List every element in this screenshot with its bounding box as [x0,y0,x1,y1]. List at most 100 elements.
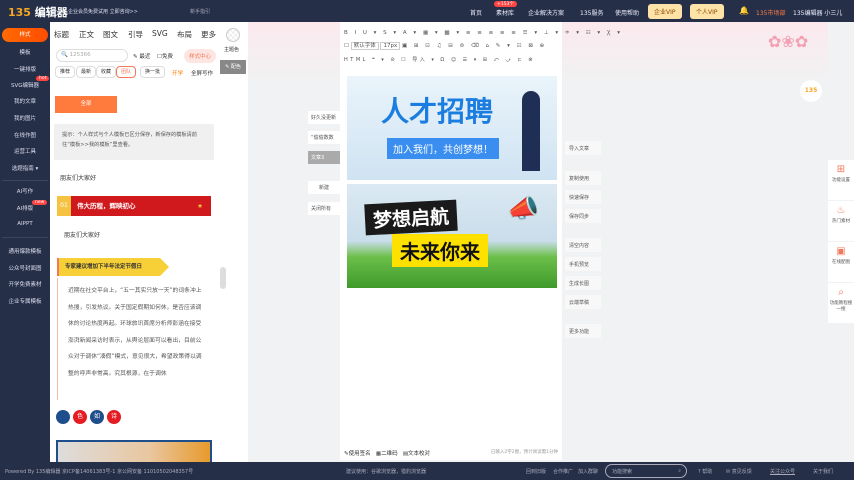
dream-image[interactable]: 梦想启航 未来你来 📣 [347,184,557,288]
tab-image-text[interactable]: 图文 [103,29,118,40]
size-select[interactable]: 17px [380,42,401,50]
font-select[interactable]: 默认字体 [350,42,379,50]
old-version-link[interactable]: 回到旧版 [526,468,546,475]
image-side-button[interactable]: ▣ 在线配图 [828,242,854,282]
new-draft-button[interactable]: 新建 [308,181,340,194]
sidebar-item-templates-hot[interactable]: 通用爆款模板 [0,247,50,255]
tab-svg[interactable]: SVG [152,29,168,38]
all-button[interactable]: 全部 [55,96,117,113]
search-icon: ⌕ [838,287,844,298]
sidebar-item-aippt[interactable]: AIPPT [0,221,50,227]
recent-button[interactable]: ✎ 最近 [133,52,150,60]
logo-135-icon[interactable]: 135 [800,80,822,102]
round-badge-icon [56,410,70,424]
user-name[interactable]: 135编辑器 小三儿 [793,8,842,17]
about-link[interactable]: 关于我们 [813,468,833,475]
dream-line-2: 未来你来 [392,234,488,267]
more-functions-button[interactable]: 更多功能 [565,324,601,338]
draft-tab[interactable]: “偷偷数数 [308,131,340,144]
sidebar-item-templates[interactable]: 模板 [0,48,50,56]
sidebar-item-svg[interactable]: SVG编辑器 [0,81,50,89]
help-link[interactable]: ? 帮助 [698,468,712,475]
close-all-button[interactable]: 关闭所有 [308,202,340,215]
sidebar-item-cover[interactable]: 公众号封面图 [0,264,50,272]
theme-color-picker[interactable] [226,28,240,42]
sidebar-item-ai-writing[interactable]: AI写作 [0,187,50,195]
style-center-button[interactable]: 样式中心 [184,49,217,63]
star-icon: ★ [197,202,203,210]
copy-use-button[interactable]: 复制使用 [565,171,601,185]
leaf-image[interactable] [56,440,212,462]
chip-favorites[interactable]: 收藏 [96,66,117,78]
style-item-greeting[interactable]: 朋友们大家好 [60,173,96,182]
sidebar-item-ops-tools[interactable]: 运营工具 [0,147,50,155]
sidebar-item-school[interactable]: 开学免费素材 [0,280,50,288]
cloud-draft-button[interactable]: 云端草稿 [565,295,601,309]
free-checkbox[interactable]: ☐免费 [157,52,173,60]
function-search-input[interactable]: 功能搜索 ⌕ [605,464,687,478]
chip-latest[interactable]: 最新 [76,66,97,78]
sidebar-item-one-click[interactable]: 一键排版 [0,65,50,73]
draft-tab[interactable]: 好久没更新 [308,111,340,124]
style-item-banner[interactable]: 伟大历程，辉映初心 ★ [71,196,211,216]
nav-home[interactable]: 首页 [470,8,482,17]
fullscreen-link[interactable]: 全屏写作 [191,69,213,77]
notice-link[interactable]: 企业会员免费试用 立即咨询>> [68,8,138,15]
top-bar: 135 编辑器 企业会员免费试用 立即咨询>> 新手指引 首页 素材库 +153… [0,0,854,22]
sidebar-item-styles[interactable]: 样式 [2,28,48,42]
signature-button[interactable]: ✎使用签名 [344,451,371,457]
market-link[interactable]: 135市场部 [756,8,785,17]
long-image-button[interactable]: 生成长图 [565,276,601,290]
search-input[interactable]: 🔍 125366 [56,49,128,62]
mobile-preview-button[interactable]: 手机预览 [565,257,601,271]
proofread-button[interactable]: ▤文本校对 [403,451,430,457]
tab-layout[interactable]: 布局 [177,29,192,40]
footer: Powered By 135编辑器 京ICP备14061383号-1 京公网安备… [0,462,854,480]
collapse-handle[interactable] [220,267,226,289]
tab-body[interactable]: 正文 [79,29,94,40]
sidebar-item-ai-layout[interactable]: AI排版 [0,204,50,212]
palette-button[interactable]: ✎ 配色 [220,60,246,74]
join-group-link[interactable]: 加入群聊 [578,468,598,475]
settings-side-button[interactable]: ⊞ 功能设置 [828,160,854,200]
nav-help[interactable]: 使用帮助 [615,8,639,17]
chip-recommend[interactable]: 推荐 [55,66,76,78]
qrcode-button[interactable]: ▦二维码 [376,451,398,457]
sidebar-item-my-articles[interactable]: 我的文章 [0,97,50,105]
tab-guide[interactable]: 引导 [128,29,143,40]
toolbar-row-2[interactable]: ☐ 默认字体 17px ▣ ⊞ ⊡ ♫ ⊟ ⊜ ⌫ ⌂ ✎ ▾ ☷ ⊠ ⊕ [344,41,547,50]
draft-tab-active[interactable]: 文章3 [308,151,340,164]
toolbar-row-1[interactable]: B I U ▾ S ▾ A ▾ ▦ ▾ ▩ ▾ ≡ ≡ ≡ ≡ ≡ ☰ ▾ ⊥ … [344,28,623,36]
clear-content-button[interactable]: 清空内容 [565,238,601,252]
sidebar-item-topic-guide[interactable]: 选题指南 ▾ [0,164,50,172]
import-article-button[interactable]: 导入文章 [565,141,601,155]
nav-services[interactable]: 135服务 [580,8,603,17]
style-item-greeting[interactable]: 朋友们大家好 [64,230,100,239]
section-title[interactable]: 专家建议增加下半年法定节假日 [57,258,169,276]
toolbar-row-3[interactable]: HTML ❝ ▾ ⊘ ☐ 导入 ▾ Ω ☺ ☰ ▾ ⊞ ⤺ ⤻ ⊏ ⊗ [344,56,535,63]
article-text[interactable]: 近期在社交平台上，“五一其实只放一天”的词条冲上热搜，引发热议。关于国定假期如何… [57,278,211,400]
tab-more[interactable]: 更多 [201,29,216,40]
tutorial-search-side-button[interactable]: ⌕ 功能教程搜一搜 [828,283,854,323]
logo[interactable]: 135 编辑器 [8,4,68,20]
kaixue-link[interactable]: 开学 [172,69,183,77]
save-sync-button[interactable]: 保存同步 [565,209,601,223]
sidebar-item-my-images[interactable]: 我的图片 [0,114,50,122]
tab-title[interactable]: 标题 [54,29,69,40]
partner-link[interactable]: 合作推广 [553,468,573,475]
enterprise-vip-button[interactable]: 企业VIP [648,4,682,19]
feedback-link[interactable]: ✉ 意见反馈 [726,468,752,475]
bell-icon[interactable]: 🔔 [739,6,749,15]
nav-solutions[interactable]: 企业解决方案 [528,8,564,17]
sidebar-item-online-design[interactable]: 在线作图 [0,131,50,139]
personal-vip-button[interactable]: 个人VIP [690,4,724,19]
chip-refresh[interactable]: 换一批 [140,66,166,78]
guide-link[interactable]: 新手指引 [190,8,210,15]
sidebar-item-enterprise[interactable]: 企业专属模板 [0,297,50,305]
hot-material-side-button[interactable]: ♨ 热门素材 [828,201,854,241]
recruit-image[interactable]: 人才招聘 加入我们，共创梦想！ [347,76,557,180]
nav-materials[interactable]: 素材库 [496,8,514,17]
follow-link[interactable]: 关注公众号 [770,468,795,475]
chip-team[interactable]: 团队 [116,66,137,78]
quick-save-button[interactable]: 快速保存 [565,190,601,204]
